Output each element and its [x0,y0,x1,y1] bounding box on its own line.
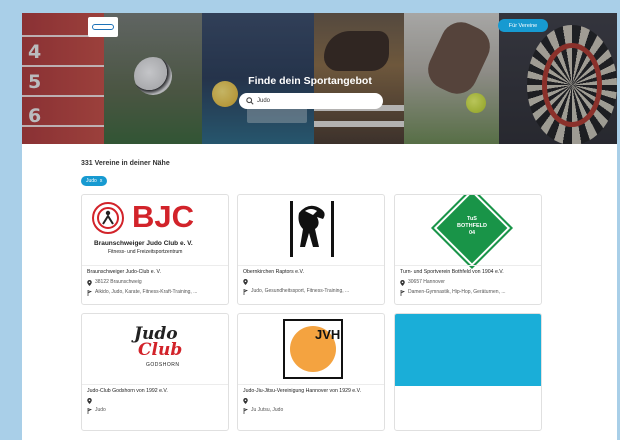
hero-banner: 4 5 6 Für Vereine Finde dein Sportangebo [22,13,617,144]
club-card-placeholder[interactable] [394,313,542,431]
club-logo-jvh: JVH [238,314,384,384]
card-title[interactable]: Judo-Club Godshorn von 1992 e.V. [87,388,223,395]
card-location [87,398,223,404]
location-pin-icon [87,279,92,286]
card-title[interactable]: Turn- und Sportverein Bothfeld von 1904 … [400,269,536,276]
card-title[interactable]: Judo-Jiu-Jitsu-Vereinigung Hannover von … [243,388,379,395]
logo-mark-icon [92,24,114,30]
close-icon[interactable]: x [100,178,103,184]
results-count: 331 Vereine in deiner Nähe [81,160,170,167]
card-sports: Judo [87,407,223,414]
location-pin-icon [243,398,248,404]
filter-chip-judo[interactable]: Judo x [81,176,108,186]
jvh-logo-icon: JVH [283,319,343,379]
card-sports: Damen-Gymnastik, Hip-Hop, Geräturnen, ..… [400,289,536,296]
location-pin-icon [400,279,405,286]
search-icon [246,97,254,105]
raptor-logo-icon [290,201,334,257]
hero-title: Finde dein Sportangebot [248,75,372,87]
card-sports: Ju Jutsu, Judo [243,407,379,414]
search-input[interactable]: Judo [239,93,383,109]
location-pin-icon [87,398,92,404]
club-card[interactable]: JVH Judo-Jiu-Jitsu-Vereinigung Hannover … [237,313,385,431]
card-location [243,279,379,285]
page: 4 5 6 Für Vereine Finde dein Sportangebo [22,13,617,440]
card-location: 38122 Braunschweig [87,279,223,286]
card-sports: Aikido, Judo, Karate, Fitness-Kraft-Trai… [87,289,223,296]
club-card[interactable]: Judo Club GODSHORN Judo-Club Godshorn vo… [81,313,229,431]
card-title[interactable]: Braunschweiger Judo-Club e. V. [87,269,223,276]
sport-icon [87,289,92,296]
card-sports: Judo, Gesundheitssport, Fitness-Training… [243,288,379,295]
location-pin-icon [243,279,248,285]
club-card[interactable]: Obernkirchen Raptors e.V. Judo, Gesundhe… [237,194,385,305]
filter-chip-label: Judo [86,178,97,184]
sport-icon [243,407,248,414]
card-body: Judo-Club Godshorn von 1992 e.V. Judo [82,384,228,417]
sport-icon [243,288,248,295]
card-body: Turn- und Sportverein Bothfeld von 1904 … [395,265,541,299]
club-card[interactable]: BJC Braunschweiger Judo Club e. V. Fitne… [81,194,229,305]
search-value: Judo [257,98,271,104]
sport-icon [400,289,405,296]
card-placeholder-image [395,314,541,386]
sport-icon [87,407,92,414]
card-body: Braunschweiger Judo-Club e. V. 38122 Bra… [82,265,228,299]
club-logo-bjc: BJC Braunschweiger Judo Club e. V. Fitne… [92,199,195,255]
card-body: Obernkirchen Raptors e.V. Judo, Gesundhe… [238,265,384,298]
card-location [243,398,379,404]
card-title[interactable]: Obernkirchen Raptors e.V. [243,269,379,276]
club-card[interactable]: TuS BOTHFELD 04 Turn- und Sportverein Bo… [394,194,542,305]
for-clubs-button[interactable]: Für Vereine [498,19,548,32]
club-logo-raptors [238,195,384,265]
bjc-emblem-icon [92,202,124,234]
bjc-logo-text: BJC [132,199,195,234]
club-logo-tus-bothfeld: TuS BOTHFELD 04 [395,195,541,270]
site-logo[interactable] [88,17,118,37]
card-body: Judo-Jiu-Jitsu-Vereinigung Hannover von … [238,384,384,417]
club-logo-judo-club-godshorn: Judo Club GODSHORN [134,324,183,368]
card-location: 30657 Hannover [400,279,536,286]
